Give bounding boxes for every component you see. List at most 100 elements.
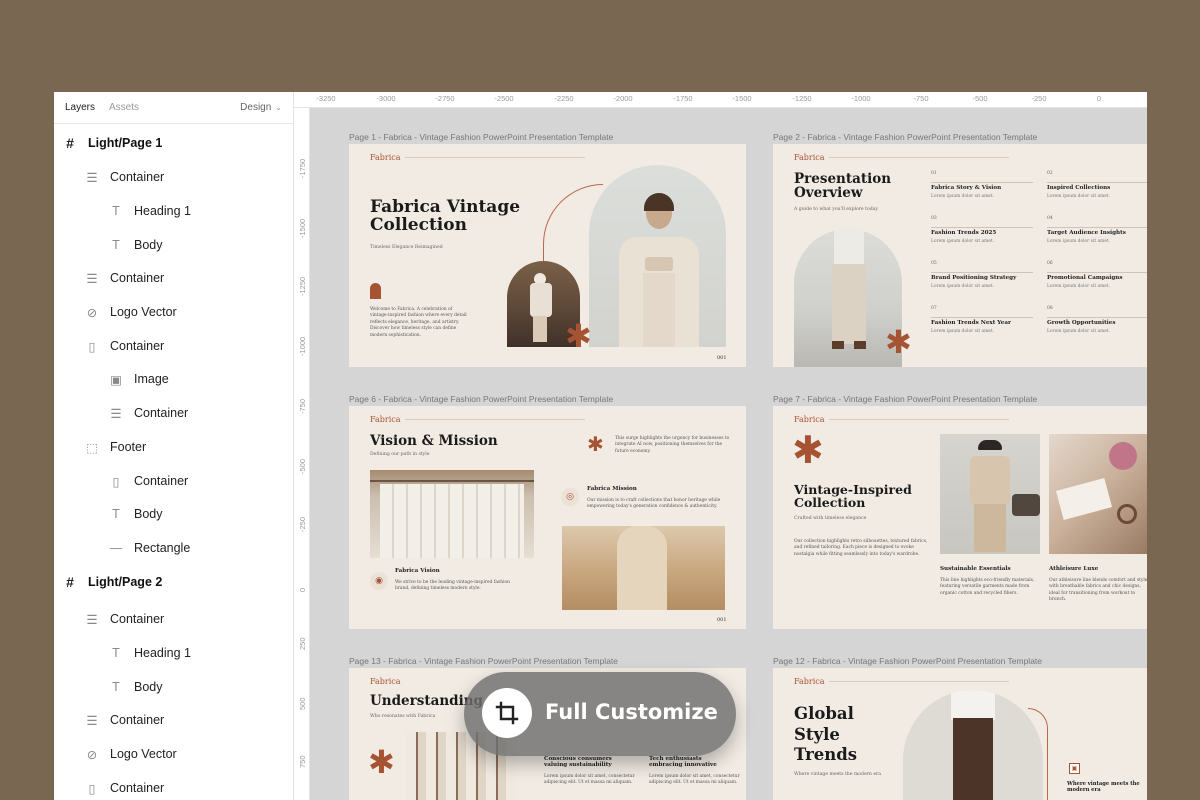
- model-shirt: [951, 690, 995, 720]
- agenda-title: Brand Positioning Strategy: [931, 275, 1017, 281]
- text-icon: T: [112, 507, 120, 521]
- agenda-number: 05: [931, 261, 937, 266]
- slide-title-line: Global: [794, 704, 854, 723]
- card-title: Tech enthusiasts embracing innovative: [649, 756, 717, 768]
- layer-row[interactable]: ☰ Container: [84, 263, 164, 293]
- layer-label: Footer: [110, 440, 147, 454]
- arch-shape: [370, 283, 381, 299]
- agenda-number: 08: [1047, 306, 1053, 311]
- divider: [931, 182, 1033, 183]
- layer-row[interactable]: ⬚ Footer: [84, 432, 146, 462]
- model-shoe: [854, 341, 866, 349]
- layer-row-page[interactable]: # Light/Page 1: [62, 128, 162, 158]
- layer-label: Logo Vector: [110, 747, 177, 761]
- divider: [931, 227, 1033, 228]
- ruler-tick: -1000: [298, 336, 307, 356]
- agenda-number: 01: [931, 171, 937, 176]
- ruler-tick: -750: [298, 398, 307, 414]
- badge-label: Full Customize: [545, 700, 718, 724]
- slide-page-6[interactable]: Fabrica Vision & Mission Defining our pa…: [349, 406, 746, 629]
- layer-row[interactable]: ☰ Container: [84, 705, 164, 735]
- divider: [405, 157, 585, 158]
- ruler-tick: -2000: [613, 94, 633, 103]
- slide-page-2[interactable]: Fabrica Presentation Overview A guide to…: [773, 144, 1147, 367]
- column-title: Sustainable Essentials: [940, 566, 1011, 572]
- layer-row[interactable]: ⊘ Logo Vector: [84, 739, 177, 769]
- layer-row[interactable]: T Body: [108, 499, 162, 529]
- text-icon: T: [112, 238, 120, 252]
- layer-row[interactable]: ▯ Container: [84, 331, 165, 361]
- card-title: Conscious consumers valuing sustainabili…: [544, 756, 612, 768]
- bracelet: [1117, 504, 1137, 524]
- card-text: Lorem ipsum dolor sit amet, consectetur …: [649, 774, 740, 786]
- slide-title-line: Collection: [370, 214, 467, 235]
- ruler-tick: -2500: [494, 94, 514, 103]
- asterisk-icon: ✱: [587, 432, 604, 456]
- asterisk-icon: ✱: [885, 323, 912, 361]
- layer-row[interactable]: — Rectangle: [108, 533, 191, 563]
- layer-label: Container: [110, 271, 165, 285]
- clothing-rack-image: [370, 470, 534, 558]
- decorative-arc: [1028, 708, 1048, 800]
- ruler-tick: -1250: [792, 94, 812, 103]
- layer-row[interactable]: ▣ Image: [108, 364, 169, 394]
- agenda-number: 06: [1047, 261, 1053, 266]
- agenda-description: Lorem ipsum dolor sit amet.: [1047, 329, 1111, 334]
- tab-layers[interactable]: Layers: [65, 102, 95, 113]
- slide-page-1[interactable]: Fabrica Fabrica Vintage Collection Timel…: [349, 144, 746, 367]
- layer-label: Container: [110, 170, 165, 184]
- ruler-tick: -500: [972, 94, 988, 103]
- divider: [931, 272, 1033, 273]
- divider: [1047, 272, 1147, 273]
- vector-icon: ⊘: [86, 747, 98, 762]
- ruler-tick: -1250: [298, 276, 307, 296]
- layer-label: Image: [134, 372, 169, 386]
- layer-label: Heading 1: [134, 204, 191, 218]
- layer-row[interactable]: ▯ Container: [108, 466, 189, 496]
- text-icon: T: [112, 646, 120, 660]
- ruler-tick: -500: [298, 458, 307, 474]
- vector-icon: ⊘: [86, 305, 98, 320]
- column-text: Our athleisure line blends comfort and s…: [1049, 578, 1147, 603]
- ruler-tick: -1500: [298, 218, 307, 238]
- tab-assets[interactable]: Assets: [109, 102, 139, 113]
- brand-logo: Fabrica: [370, 677, 401, 686]
- line-icon: —: [109, 541, 123, 555]
- fashion-image: [940, 434, 1040, 554]
- layer-row[interactable]: T Heading 1: [108, 638, 191, 668]
- layer-row[interactable]: ▯ Container: [84, 773, 165, 800]
- agenda-description: Lorem ipsum dolor sit amet.: [931, 329, 995, 334]
- slide-subtitle: Who resonates with Fabrica: [370, 714, 436, 719]
- mission-title: Fabrica Mission: [587, 486, 637, 492]
- agenda-title: Fashion Trends Next Year: [931, 320, 1011, 326]
- divider: [829, 419, 1009, 420]
- slide-page-12[interactable]: Fabrica Global Style Trends Where vintag…: [773, 668, 1147, 800]
- layer-row[interactable]: T Body: [108, 672, 162, 702]
- card-text: Lorem ipsum dolor sit amet, consectetur …: [544, 774, 635, 786]
- layer-row[interactable]: ☰ Container: [108, 398, 188, 428]
- model-coat: [530, 283, 552, 317]
- layer-row[interactable]: T Body: [108, 230, 162, 260]
- layer-row-page[interactable]: # Light/Page 2: [62, 567, 162, 597]
- text-icon: T: [112, 680, 120, 694]
- layer-label: Light/Page 2: [88, 575, 163, 589]
- layer-row[interactable]: T Heading 1: [108, 196, 191, 226]
- slide-label: Page 2 - Fabrica - Vintage Fashion Power…: [773, 132, 1038, 142]
- model-shirt: [834, 229, 864, 269]
- slide-label: Page 12 - Fabrica - Vintage Fashion Powe…: [773, 656, 1043, 666]
- ruler-tick: 0: [1096, 94, 1102, 103]
- auto-layout-icon: ☰: [86, 612, 98, 627]
- model-outfit: [617, 526, 667, 610]
- page-number: 001: [717, 617, 727, 623]
- layer-row[interactable]: ☰ Container: [84, 162, 164, 192]
- text-icon: T: [112, 204, 120, 218]
- layer-row[interactable]: ⊘ Logo Vector: [84, 297, 177, 327]
- slide-paragraph: Our collection highlights retro silhouet…: [794, 539, 928, 557]
- layer-row[interactable]: ☰ Container: [84, 604, 164, 634]
- slide-page-7[interactable]: Fabrica ✱ Vintage-Inspired Collection Cr…: [773, 406, 1147, 629]
- design-dropdown[interactable]: Design ⌄: [240, 102, 282, 113]
- slide-subtitle: Defining our path in style: [370, 452, 430, 457]
- brand-logo: Fabrica: [370, 415, 401, 424]
- slide-title-line: Collection: [794, 495, 866, 511]
- agenda-number: 02: [1047, 171, 1053, 176]
